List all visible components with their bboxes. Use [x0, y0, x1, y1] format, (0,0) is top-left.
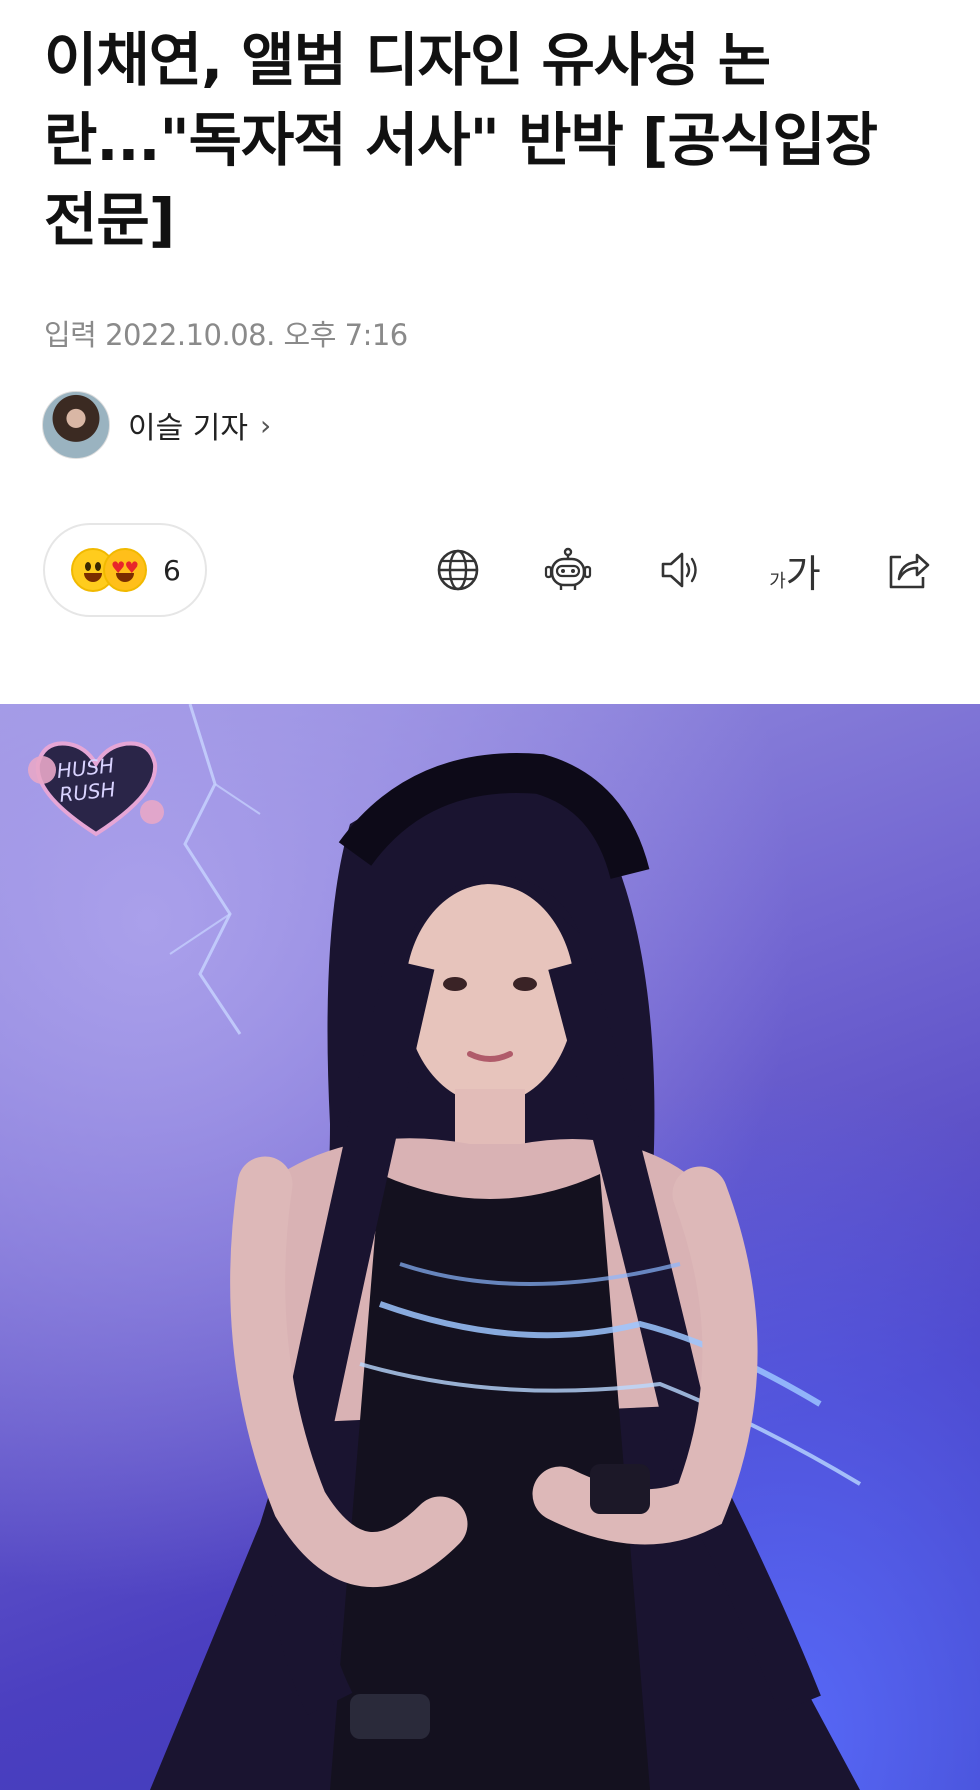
font-large-label: 가 — [785, 551, 821, 596]
font-small-label: 가 — [769, 570, 786, 592]
hero-photo-illustration — [150, 704, 862, 1790]
article-title: 이채연, 앨범 디자인 유사성 논란..."독자적 서사" 반박 [공식입장 전… — [44, 26, 878, 254]
author-name: 이슬 기자 — [128, 411, 248, 446]
reaction-count: 6 — [163, 553, 181, 587]
font-size-button[interactable]: 가가 — [760, 540, 830, 600]
heart-eyes-emoji-icon: ♥ ♥ — [103, 548, 147, 592]
author-link[interactable]: 이슬 기자 › — [42, 390, 271, 460]
hush-rush-logo: HUSH RUSH — [24, 734, 169, 844]
published-time: 입력 2022.10.08. 오후 7:16 — [44, 318, 408, 352]
chevron-right-icon: › — [259, 408, 272, 442]
share-button[interactable] — [878, 540, 938, 600]
robot-icon — [544, 547, 592, 590]
font-size-icon: 가가 — [769, 543, 821, 598]
read-aloud-button[interactable] — [650, 540, 710, 600]
summary-bot-button[interactable] — [538, 540, 598, 600]
globe-icon — [437, 549, 479, 591]
translate-button[interactable] — [428, 540, 488, 600]
speaker-icon — [661, 552, 697, 588]
reaction-button[interactable]: ♥ ♥ 6 — [43, 523, 207, 617]
share-icon — [889, 553, 930, 589]
article-hero-image[interactable]: HUSH RUSH — [0, 704, 980, 1790]
author-avatar — [42, 391, 110, 459]
